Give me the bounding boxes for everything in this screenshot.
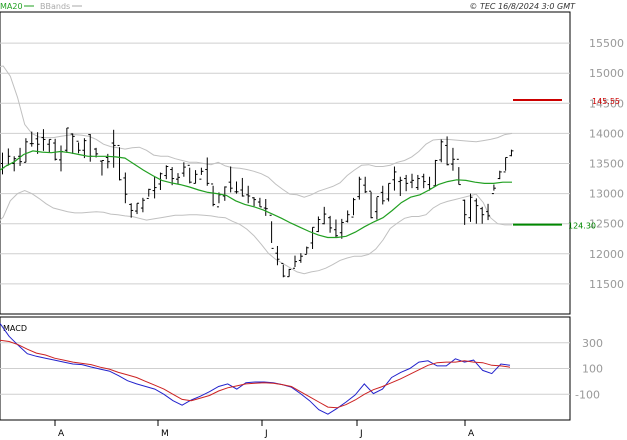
legend: MA20 BBands bbox=[0, 2, 82, 11]
chart-root: MA20 BBands © TEC 16/8/2024 3:0 GMT MACD… bbox=[0, 0, 627, 440]
x-tick-label: J bbox=[264, 429, 268, 439]
macd-title: MACD bbox=[3, 324, 27, 333]
x-tick-label: A bbox=[468, 429, 475, 439]
macd-y-tick-label: -100 bbox=[575, 388, 600, 401]
x-tick-label: A bbox=[58, 429, 65, 439]
price-y-tick-label: 15000 bbox=[589, 67, 624, 80]
macd-y-tick-label: 300 bbox=[582, 337, 603, 350]
chart-svg: MA20 BBands © TEC 16/8/2024 3:0 GMT MACD… bbox=[0, 0, 627, 440]
price-y-tick-label: 13500 bbox=[589, 158, 624, 171]
price-y-tick-label: 14000 bbox=[589, 127, 624, 140]
price-y-tick-label: 11500 bbox=[589, 278, 624, 291]
x-tick-label: M bbox=[161, 429, 169, 439]
chart-background bbox=[0, 0, 627, 440]
x-tick-label: J bbox=[359, 429, 363, 439]
chart-credit: © TEC 16/8/2024 3:0 GMT bbox=[469, 2, 576, 11]
price-level-label: 145.55 bbox=[592, 97, 620, 106]
price-level-label: 124.30 bbox=[568, 222, 596, 231]
price-y-tick-label: 12000 bbox=[589, 248, 624, 261]
legend-ma20: MA20 bbox=[0, 2, 23, 11]
price-y-axis: 1150012000125001300013500140001450015000… bbox=[589, 37, 624, 291]
legend-bbands: BBands bbox=[40, 2, 70, 11]
macd-y-tick-label: 100 bbox=[582, 363, 603, 376]
price-y-tick-label: 13000 bbox=[589, 188, 624, 201]
price-y-tick-label: 15500 bbox=[589, 37, 624, 50]
